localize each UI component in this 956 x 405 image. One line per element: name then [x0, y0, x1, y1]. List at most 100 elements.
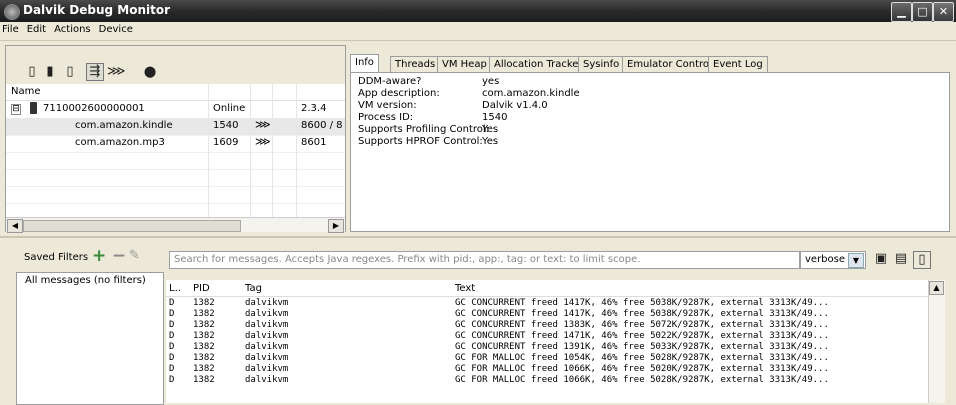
info-key: Supports Profiling Control: [358, 124, 490, 135]
log-level-value: verbose [805, 254, 846, 265]
tab-vm-heap[interactable]: VM Heap [437, 56, 492, 72]
menu-bar: File Edit Actions Device [0, 22, 956, 41]
devices-panel: ▯ ▮ ▯ ⇶ ⋙ ⬤ Name ⊟ 7110002600000001 Onli… [5, 45, 346, 233]
log-row[interactable]: D 1382 dalvikvm GC CONCURRENT freed 1417… [166, 309, 944, 320]
close-button[interactable]: ✕ [933, 2, 954, 22]
tab-info[interactable]: Info [350, 54, 379, 73]
save-log-icon[interactable]: ▣ [873, 251, 889, 267]
log-level: D [169, 309, 175, 319]
menu-edit[interactable]: Edit [23, 22, 50, 35]
filter-item-all[interactable]: All messages (no filters) [25, 275, 146, 286]
empty-row [6, 186, 345, 204]
device-serial: 7110002600000001 [43, 103, 145, 114]
device-row[interactable]: ⊟ 7110002600000001 Online 2.3.4 [6, 101, 345, 119]
remove-filter-icon[interactable]: − [112, 246, 126, 266]
clear-log-icon[interactable]: ▤ [893, 251, 909, 267]
devices-toolbar: ▯ ▮ ▯ ⇶ ⋙ ⬤ [6, 46, 345, 84]
scroll-thumb[interactable] [23, 220, 241, 232]
maximize-button[interactable]: □ [912, 2, 933, 22]
log-text: GC FOR MALLOC freed 1066K, 46% free 5020… [455, 364, 829, 374]
log-pid: 1382 [193, 298, 215, 308]
process-row[interactable]: com.amazon.kindle 1540 ⋙ 8600 / 8 [6, 118, 345, 136]
info-key: DDM-aware? [358, 76, 422, 87]
pid-column-header[interactable]: PID [193, 283, 210, 294]
cause-gc-icon[interactable]: ▯ [62, 64, 78, 80]
info-key: VM version: [358, 100, 417, 111]
dump-hprof-icon[interactable]: ▮ [42, 64, 58, 80]
logcat-header: L.. PID Tag Text [166, 280, 944, 297]
window-title: Dalvik Debug Monitor [23, 3, 171, 17]
tag-column-header[interactable]: Tag [245, 283, 262, 294]
minimize-button[interactable]: ▁ [891, 2, 912, 22]
device-status: Online [213, 103, 246, 114]
edit-filter-icon[interactable]: ✎ [129, 248, 140, 263]
log-row[interactable]: D 1382 dalvikvm GC FOR MALLOC freed 1066… [166, 375, 944, 386]
column-divider [296, 84, 297, 217]
log-tag: dalvikvm [245, 309, 289, 319]
tab-emulator-control[interactable]: Emulator Control [622, 56, 717, 72]
stop-process-icon[interactable]: ⬤ [142, 64, 158, 80]
log-pid: 1382 [193, 364, 215, 374]
log-level: D [169, 375, 175, 385]
log-level: D [169, 342, 175, 352]
devices-header: Name [6, 84, 345, 101]
start-method-profiling-icon[interactable]: ⋙ [107, 64, 126, 80]
log-level-select[interactable]: verbose ▼ [800, 251, 866, 269]
log-level: D [169, 331, 175, 341]
process-name: com.amazon.kindle [75, 120, 173, 131]
device-phone-icon [30, 102, 37, 114]
device-version: 2.3.4 [301, 103, 327, 114]
log-row[interactable]: D 1382 dalvikvm GC FOR MALLOC freed 1054… [166, 353, 944, 364]
log-level: D [169, 364, 175, 374]
toggle-filters-icon[interactable]: ▯ [913, 251, 931, 269]
chevron-down-icon[interactable]: ▼ [848, 253, 864, 268]
menu-actions[interactable]: Actions [50, 22, 95, 35]
menu-file[interactable]: File [0, 22, 23, 35]
menu-device[interactable]: Device [95, 22, 137, 35]
logcat-vertical-scrollbar[interactable]: ▲ [928, 280, 945, 403]
level-column-header[interactable]: L.. [169, 283, 181, 294]
scroll-right-icon[interactable]: ▶ [328, 219, 344, 233]
log-tag: dalvikvm [245, 364, 289, 374]
log-row[interactable]: D 1382 dalvikvm GC CONCURRENT freed 1471… [166, 331, 944, 342]
log-text: GC FOR MALLOC freed 1054K, 46% free 5028… [455, 353, 829, 363]
logcat-search-input[interactable]: Search for messages. Accepts Java regexe… [169, 251, 800, 269]
log-text: GC CONCURRENT freed 1391K, 46% free 5033… [455, 342, 829, 352]
tab-threads[interactable]: Threads [390, 56, 441, 72]
log-pid: 1382 [193, 353, 215, 363]
thread-update-icon: ⋙ [255, 118, 271, 131]
tab-allocation-tracker[interactable]: Allocation Tracker [489, 56, 588, 72]
scroll-left-icon[interactable]: ◀ [7, 219, 23, 233]
update-heap-icon[interactable]: ▯ [24, 64, 40, 80]
scroll-up-icon[interactable]: ▲ [929, 281, 944, 295]
info-value: Yes [482, 124, 499, 135]
devices-table: Name ⊟ 7110002600000001 Online 2.3.4 com… [6, 84, 345, 218]
tab-event-log[interactable]: Event Log [708, 56, 768, 72]
log-tag: dalvikvm [245, 353, 289, 363]
split-divider[interactable] [0, 236, 956, 238]
log-row[interactable]: D 1382 dalvikvm GC CONCURRENT freed 1383… [166, 320, 944, 331]
process-port: 8601 [301, 137, 327, 148]
tab-sysinfo[interactable]: Sysinfo [578, 56, 625, 72]
devices-horizontal-scrollbar[interactable]: ◀ ▶ [6, 217, 345, 233]
info-value: com.amazon.kindle [482, 88, 580, 99]
collapse-icon[interactable]: ⊟ [11, 104, 21, 115]
log-text: GC CONCURRENT freed 1417K, 46% free 5038… [455, 298, 829, 308]
log-tag: dalvikvm [245, 375, 289, 385]
app-icon [4, 4, 20, 20]
log-row[interactable]: D 1382 dalvikvm GC FOR MALLOC freed 1066… [166, 364, 944, 375]
column-divider [208, 84, 209, 217]
process-row[interactable]: com.amazon.mp3 1609 ⋙ 8601 [6, 135, 345, 153]
log-level: D [169, 320, 175, 330]
log-pid: 1382 [193, 331, 215, 341]
name-column-header[interactable]: Name [11, 86, 41, 97]
log-text: GC CONCURRENT freed 1383K, 46% free 5072… [455, 320, 829, 330]
log-pid: 1382 [193, 342, 215, 352]
add-filter-icon[interactable]: + [92, 246, 106, 266]
log-row[interactable]: D 1382 dalvikvm GC CONCURRENT freed 1417… [166, 298, 944, 309]
log-text: GC FOR MALLOC freed 1066K, 46% free 5028… [455, 375, 829, 385]
log-row[interactable]: D 1382 dalvikvm GC CONCURRENT freed 1391… [166, 342, 944, 353]
text-column-header[interactable]: Text [455, 283, 475, 294]
update-threads-icon[interactable]: ⇶ [86, 63, 104, 81]
info-panel: DDM-aware? yes App description: com.amaz… [350, 72, 950, 232]
